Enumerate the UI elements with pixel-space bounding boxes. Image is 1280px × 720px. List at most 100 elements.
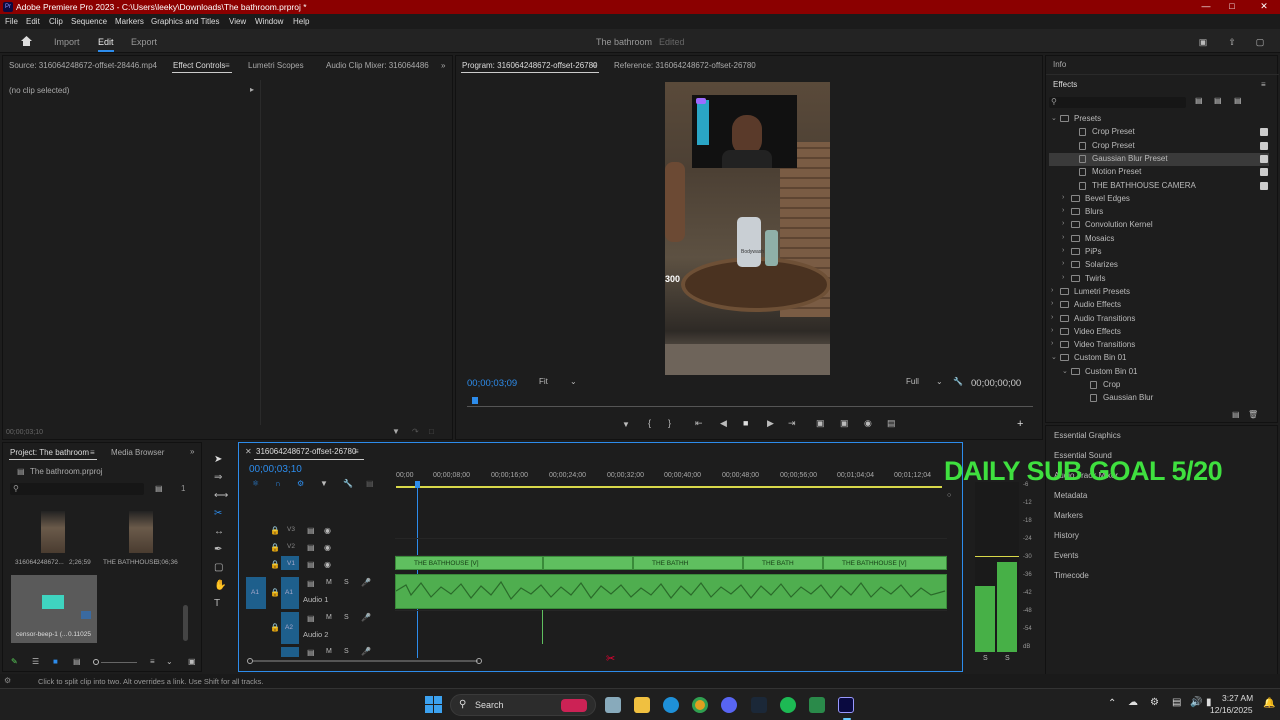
close-button[interactable]: ✕ bbox=[1254, 1, 1274, 13]
mark-in-icon[interactable]: { bbox=[648, 418, 651, 428]
solo-right-button[interactable]: S bbox=[1005, 655, 1010, 662]
chevron-right-icon[interactable]: › bbox=[1062, 274, 1064, 281]
menu-graphics[interactable]: Graphics and Titles bbox=[151, 17, 219, 26]
automate-icon[interactable]: ▣ bbox=[188, 657, 196, 666]
chevron-right-icon[interactable]: › bbox=[1062, 220, 1064, 227]
task-view-icon[interactable] bbox=[605, 697, 621, 713]
playhead-icon[interactable] bbox=[472, 397, 478, 404]
video-clip[interactable]: THE BATH bbox=[743, 556, 823, 570]
sync-lock-icon[interactable]: ▤ bbox=[307, 560, 315, 569]
selection-tool-icon[interactable]: ➤ bbox=[214, 454, 222, 465]
lock-icon[interactable]: 🔒 bbox=[270, 623, 280, 632]
razor-tool-icon[interactable]: ✂ bbox=[214, 508, 222, 519]
events-tab[interactable]: Events bbox=[1054, 551, 1078, 560]
video-clip[interactable] bbox=[543, 556, 633, 570]
windows-start-icon[interactable] bbox=[425, 696, 442, 713]
menu-file[interactable]: File bbox=[5, 17, 18, 26]
sync-lock-icon[interactable]: ▤ bbox=[307, 648, 315, 657]
sync-lock-icon[interactable]: ▤ bbox=[307, 543, 315, 552]
chrome-icon[interactable] bbox=[692, 697, 708, 713]
effects-folder[interactable]: › Audio Effects bbox=[1049, 299, 1269, 312]
spotify-icon[interactable] bbox=[780, 697, 796, 713]
accelerated-effects-icon[interactable]: ▤ bbox=[1195, 96, 1203, 105]
effects-menu-icon[interactable]: ≡ bbox=[1261, 80, 1266, 89]
chevron-right-icon[interactable]: › bbox=[1051, 287, 1053, 294]
chevron-right-icon[interactable]: › bbox=[1062, 194, 1064, 201]
minimize-button[interactable]: — bbox=[1196, 1, 1216, 13]
pen-tool-icon[interactable]: ✒ bbox=[214, 544, 222, 555]
go-to-in-icon[interactable]: ⇤ bbox=[695, 418, 703, 429]
info-panel-tab[interactable]: Info bbox=[1053, 60, 1066, 69]
tab-effect-controls[interactable]: Effect Controls bbox=[173, 61, 225, 70]
audio-clip[interactable] bbox=[395, 574, 947, 609]
filter-icon[interactable]: ▼ bbox=[392, 427, 400, 436]
effects-folder[interactable]: › Video Transitions bbox=[1049, 339, 1269, 352]
video-clip[interactable]: THE BATHHOUSE [V] bbox=[395, 556, 543, 570]
compare-icon[interactable]: ▤ bbox=[887, 418, 896, 429]
microphone-icon[interactable]: 🎤 bbox=[361, 578, 371, 587]
expand-arrow-icon[interactable]: ▸ bbox=[250, 85, 254, 94]
maximize-button[interactable]: □ bbox=[1222, 1, 1242, 13]
onedrive-icon[interactable]: ☁ bbox=[1128, 697, 1138, 708]
chevron-down-icon[interactable]: ⌄ bbox=[1051, 114, 1057, 122]
toggle-icon[interactable]: □ bbox=[429, 427, 434, 436]
mute-button[interactable]: M bbox=[326, 648, 332, 655]
tab-export[interactable]: Export bbox=[131, 37, 157, 47]
file-explorer-icon[interactable] bbox=[634, 697, 650, 713]
chevron-down-icon[interactable]: ⌄ bbox=[1062, 367, 1068, 375]
effects-item[interactable]: Gaussian Blur Preset bbox=[1049, 152, 1269, 166]
effects-folder[interactable]: › Solarizes bbox=[1049, 259, 1269, 272]
chevron-right-icon[interactable]: › bbox=[1051, 340, 1053, 347]
mute-button[interactable]: M bbox=[326, 579, 332, 586]
effects-folder[interactable]: › Video Effects bbox=[1049, 326, 1269, 339]
slip-tool-icon[interactable]: ↔ bbox=[214, 526, 224, 537]
video-clip[interactable]: THE BATHHOUSE [V] bbox=[823, 556, 947, 570]
zoom-slider[interactable] bbox=[93, 659, 137, 665]
chevron-right-icon[interactable]: › bbox=[1062, 260, 1064, 267]
xbox-icon[interactable] bbox=[809, 697, 825, 713]
fullscreen-icon[interactable]: ▢ bbox=[1254, 36, 1266, 48]
program-scrub-bar[interactable] bbox=[467, 397, 1033, 407]
timeline-playhead-icon[interactable] bbox=[415, 481, 420, 488]
project-search-input[interactable]: ⚲ bbox=[10, 483, 144, 495]
icon-view-icon[interactable]: ■ bbox=[53, 657, 58, 666]
eye-icon[interactable]: ◉ bbox=[324, 543, 331, 552]
stop-icon[interactable]: ■ bbox=[743, 418, 748, 428]
export-frame-icon[interactable]: ↷ bbox=[412, 427, 419, 436]
rectangle-tool-icon[interactable]: ▢ bbox=[214, 562, 223, 573]
nest-icon[interactable]: ⚛ bbox=[252, 479, 259, 488]
list-view-icon[interactable]: ☰ bbox=[32, 657, 39, 666]
sequence-tab[interactable]: 316064248672-offset-26780 bbox=[256, 447, 356, 456]
add-button-icon[interactable]: + bbox=[1017, 418, 1023, 430]
steam-icon[interactable] bbox=[751, 697, 767, 713]
quality-dropdown[interactable]: Full ⌄ bbox=[906, 377, 946, 388]
sequence-menu-icon[interactable]: ≡ bbox=[354, 447, 359, 456]
source-patch-a1[interactable]: A1 bbox=[246, 577, 266, 609]
chevron-right-icon[interactable]: › bbox=[1051, 314, 1053, 321]
camera-icon[interactable]: ◉ bbox=[864, 418, 872, 429]
chevron-right-icon[interactable]: › bbox=[1062, 247, 1064, 254]
effects-folder[interactable]: ⌄ Presets bbox=[1049, 113, 1269, 126]
pencil-icon[interactable]: ✎ bbox=[11, 657, 18, 666]
effects-item[interactable]: Motion Preset bbox=[1049, 166, 1269, 179]
lock-icon[interactable]: 🔒 bbox=[270, 543, 280, 552]
timeline-timecode[interactable]: 00;00;03;10 bbox=[249, 464, 302, 475]
tab-edit[interactable]: Edit bbox=[98, 37, 114, 47]
effects-folder[interactable]: › Mosaics bbox=[1049, 233, 1269, 246]
taskbar-date[interactable]: 12/16/2025 bbox=[1210, 705, 1253, 715]
track-select-tool-icon[interactable]: ⇒ bbox=[214, 472, 222, 483]
sort-icon[interactable]: ≡ bbox=[150, 657, 155, 666]
effect-controls-menu-icon[interactable]: ≡ bbox=[225, 61, 230, 70]
discord-icon[interactable] bbox=[721, 697, 737, 713]
effects-item[interactable]: THE BATHHOUSE CAMERA bbox=[1049, 180, 1269, 193]
home-icon[interactable] bbox=[20, 35, 33, 47]
timecode-tab[interactable]: Timecode bbox=[1054, 571, 1089, 580]
eye-icon[interactable]: ◉ bbox=[324, 526, 331, 535]
solo-left-button[interactable]: S bbox=[983, 655, 988, 662]
yuv-effects-icon[interactable]: ▤ bbox=[1234, 96, 1242, 105]
freeform-view-icon[interactable]: ▤ bbox=[73, 657, 81, 666]
program-timecode[interactable]: 00;00;03;09 bbox=[467, 378, 517, 389]
share-icon[interactable]: ⇧ bbox=[1226, 36, 1238, 48]
tab-import[interactable]: Import bbox=[54, 37, 80, 47]
panel-overflow-icon[interactable]: » bbox=[441, 61, 445, 70]
